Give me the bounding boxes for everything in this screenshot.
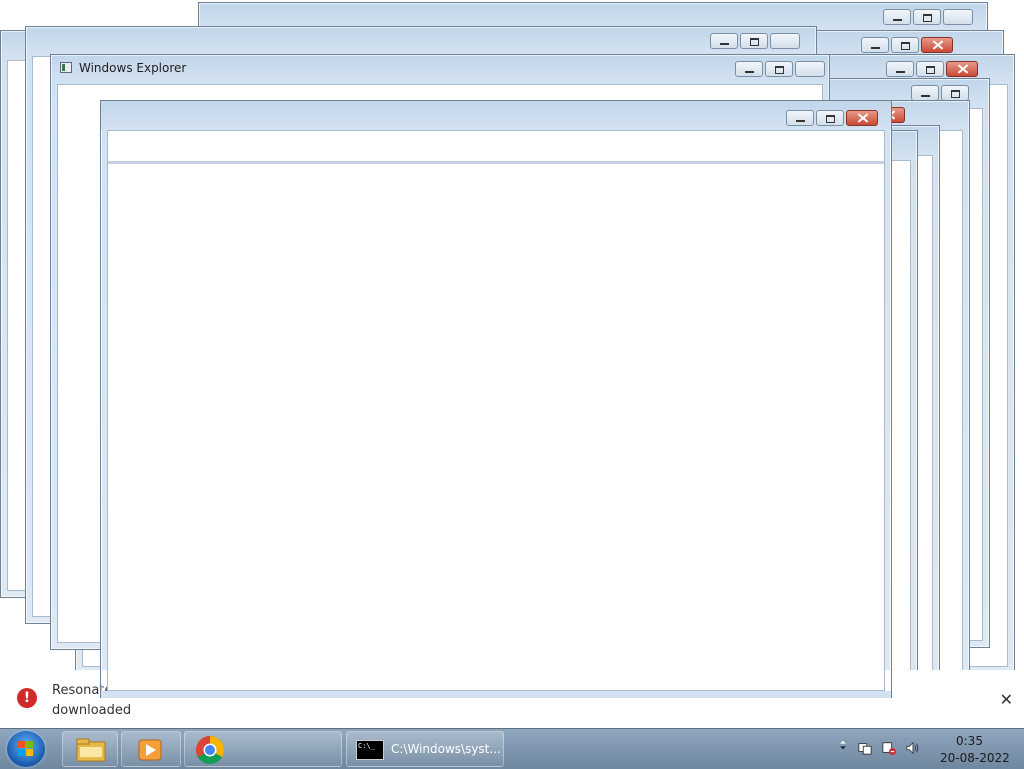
active-window[interactable] (100, 100, 892, 698)
maximize-button[interactable] (740, 33, 768, 49)
taskbar-cmd-label: C:\Windows\syst... (391, 742, 501, 756)
maximize-button[interactable] (913, 9, 941, 25)
error-icon: ! (17, 688, 37, 708)
taskbar-chrome-button[interactable] (184, 731, 342, 767)
taskbar-explorer-button[interactable] (62, 731, 118, 767)
minimize-button[interactable] (886, 61, 914, 77)
minimize-button[interactable] (710, 33, 738, 49)
action-center-icon[interactable] (858, 741, 872, 755)
notification-text-line1: Resonate (52, 683, 113, 698)
window-controls (784, 110, 878, 126)
window-controls (708, 33, 800, 49)
minimize-button[interactable] (735, 61, 763, 77)
folder-icon (76, 738, 106, 762)
maximize-button[interactable] (816, 110, 844, 126)
window-title: Windows Explorer (79, 61, 187, 75)
close-button[interactable] (846, 110, 878, 126)
download-notification: ! Resonate downloaded ✕ (0, 670, 1024, 728)
window-controls (909, 85, 969, 101)
maximize-button[interactable] (941, 85, 969, 101)
media-player-icon (138, 739, 162, 761)
windows-logo-icon (18, 741, 33, 756)
close-button[interactable] (921, 37, 953, 53)
window-controls (881, 9, 973, 25)
clock-time[interactable]: 0:35 (956, 734, 983, 748)
close-button[interactable] (946, 61, 978, 77)
maximize-button[interactable] (916, 61, 944, 77)
show-hidden-icons[interactable] (836, 738, 850, 752)
window-controls (733, 61, 825, 77)
taskbar-cmd-button[interactable]: C:\_ C:\Windows\syst... (346, 731, 504, 767)
toolbar-separator (108, 161, 884, 164)
maximize-button[interactable] (891, 37, 919, 53)
minimize-button[interactable] (861, 37, 889, 53)
close-button[interactable] (795, 61, 825, 77)
maximize-button[interactable] (765, 61, 793, 77)
taskbar: C:\_ C:\Windows\syst... 0:35 20-08-2022 (0, 728, 1024, 769)
window-content[interactable] (107, 130, 885, 691)
notification-text-line2: downloaded (52, 703, 132, 718)
chrome-icon (196, 736, 224, 764)
minimize-button[interactable] (883, 9, 911, 25)
close-button[interactable] (943, 9, 973, 25)
taskbar-media-player-button[interactable] (121, 731, 181, 767)
close-button[interactable] (770, 33, 800, 49)
close-notification-icon[interactable]: ✕ (1000, 690, 1013, 709)
network-icon[interactable] (882, 741, 896, 755)
clock-date[interactable]: 20-08-2022 (940, 751, 1010, 765)
command-prompt-icon: C:\_ (356, 740, 384, 760)
volume-icon[interactable] (906, 741, 920, 755)
explorer-app-icon (60, 62, 72, 73)
window-controls (884, 61, 978, 77)
start-button[interactable] (7, 731, 45, 767)
minimize-button[interactable] (786, 110, 814, 126)
window-controls (859, 37, 953, 53)
minimize-button[interactable] (911, 85, 939, 101)
